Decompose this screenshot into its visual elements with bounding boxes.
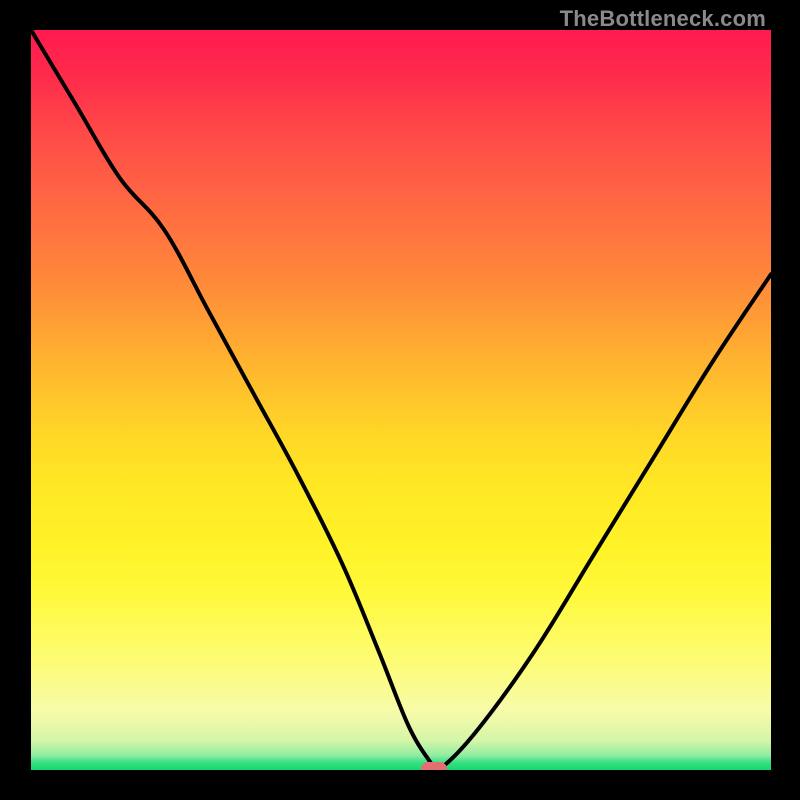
optimum-marker [421,762,447,770]
plot-area [31,30,771,770]
chart-frame: TheBottleneck.com [0,0,800,800]
bottleneck-curve [31,30,771,770]
watermark-text: TheBottleneck.com [560,6,766,32]
